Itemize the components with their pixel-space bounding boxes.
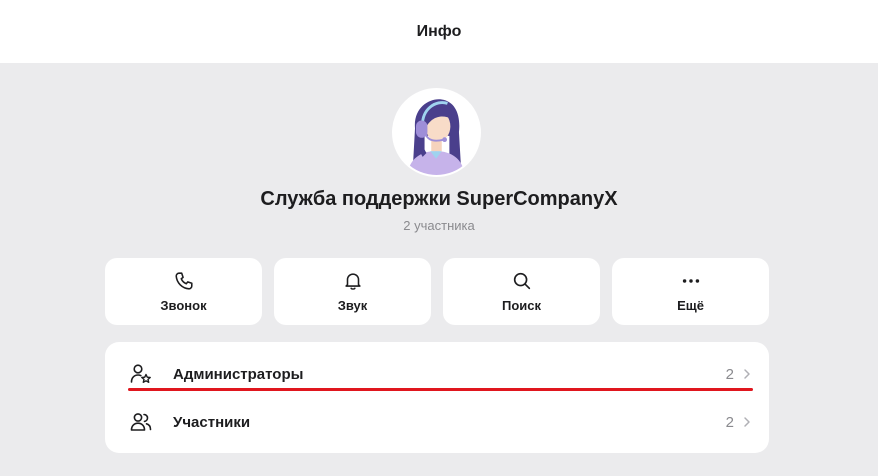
list-item-members[interactable]: Участники 2 <box>105 398 769 446</box>
search-icon <box>513 272 530 290</box>
call-button[interactable]: Звонок <box>105 258 262 325</box>
avatar[interactable] <box>392 88 481 177</box>
header-bar: Инфо <box>0 0 878 63</box>
sound-label: Звук <box>337 298 368 313</box>
list-item-label: Администраторы <box>173 365 304 383</box>
chevron-right-icon <box>744 369 750 379</box>
call-label: Звонок <box>160 298 207 313</box>
list-item-label: Участники <box>173 413 251 431</box>
list-item-count: 2 <box>725 365 734 383</box>
action-bar: Звонок Звук Поиск Ещё <box>105 258 769 325</box>
chevron-right-icon <box>744 417 750 427</box>
members-list: Администраторы 2 Участники 2 <box>105 342 769 453</box>
list-item-count: 2 <box>725 413 734 431</box>
more-label: Ещё <box>677 298 704 313</box>
header-title: Инфо <box>416 22 462 40</box>
bell-icon <box>344 273 361 290</box>
group-name: Служба поддержки SuperCompanyX <box>260 188 618 210</box>
search-label: Поиск <box>501 298 541 313</box>
highlight-underline <box>128 388 753 391</box>
search-button[interactable]: Поиск <box>443 258 600 325</box>
more-icon <box>682 279 699 283</box>
admin-user-star-icon <box>130 364 151 383</box>
users-icon <box>130 413 152 431</box>
more-button[interactable]: Ещё <box>612 258 769 325</box>
member-count: 2 участника <box>403 218 475 233</box>
sound-button[interactable]: Звук <box>274 258 431 325</box>
phone-icon <box>174 272 193 290</box>
support-agent-avatar-icon <box>394 90 479 175</box>
